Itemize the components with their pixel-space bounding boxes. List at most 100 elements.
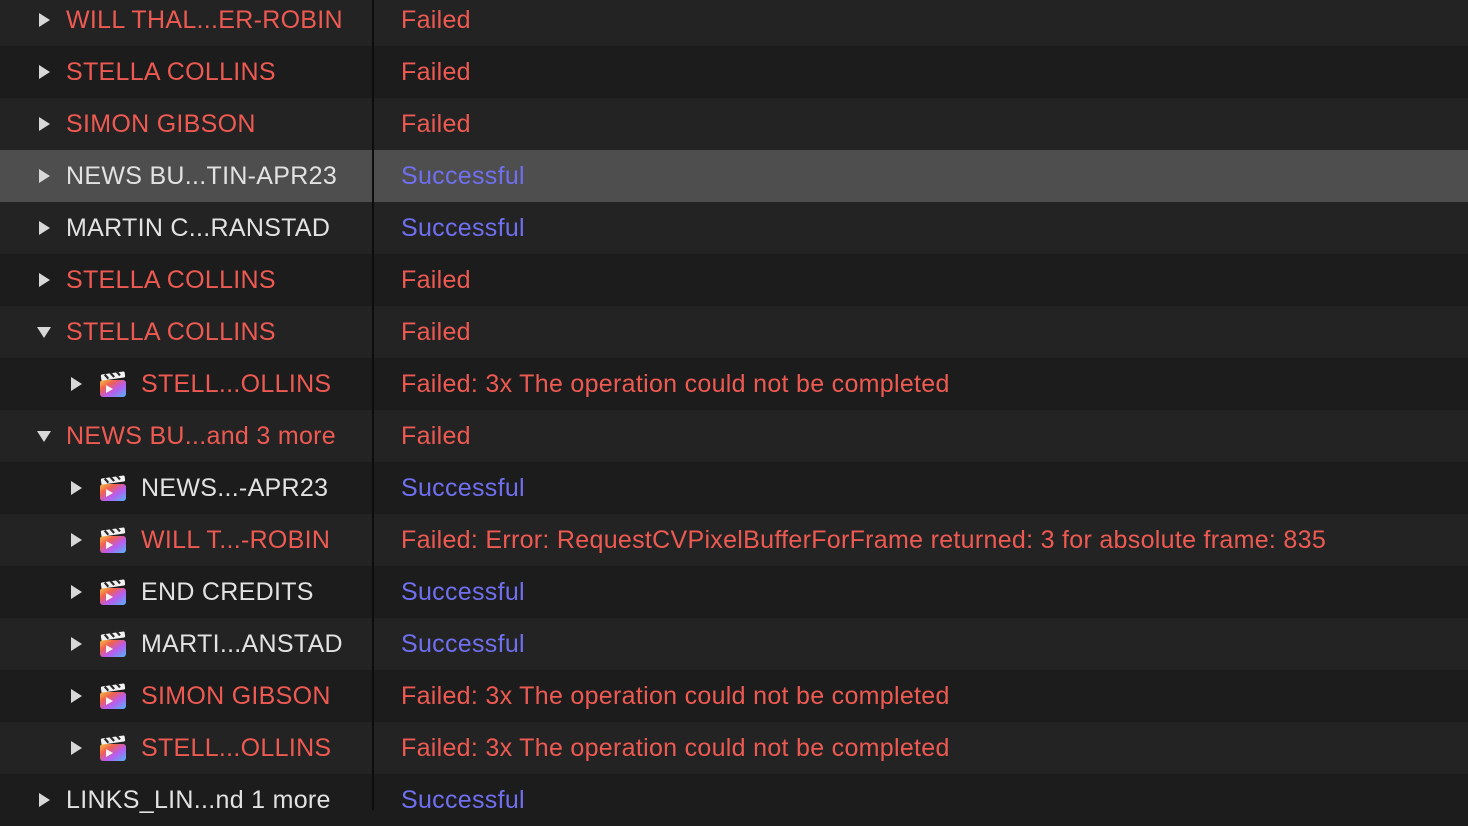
batch-row[interactable]: SIMON GIBSON Failed: 3x The operation co… (0, 670, 1468, 722)
column-divider[interactable] (372, 0, 374, 810)
disclosure-triangle-right-icon[interactable] (66, 634, 86, 654)
name-cell: STELLA COLLINS (0, 254, 372, 306)
disclosure-triangle-down-icon[interactable] (34, 426, 54, 446)
batch-row[interactable]: STELLA COLLINS Failed (0, 46, 1468, 98)
disclosure-triangle-right-icon[interactable] (66, 582, 86, 602)
item-name: STELL...OLLINS (141, 733, 332, 762)
disclosure-triangle-right-icon[interactable] (34, 114, 54, 134)
status-text: Failed (401, 317, 471, 346)
final-cut-clip-icon (100, 526, 126, 553)
batch-row[interactable]: NEWS BU...TIN-APR23 Successful (0, 150, 1468, 202)
status-text: Successful (401, 473, 525, 502)
batch-row[interactable]: END CREDITS Successful (0, 566, 1468, 618)
batch-row[interactable]: MARTI...ANSTAD Successful (0, 618, 1468, 670)
name-cell: SIMON GIBSON (0, 98, 372, 150)
name-cell: END CREDITS (0, 566, 372, 618)
disclosure-triangle-right-icon[interactable] (34, 270, 54, 290)
name-cell: WILL T...-ROBIN (0, 514, 372, 566)
final-cut-clip-icon (100, 630, 126, 657)
status-cell: Successful (401, 150, 1468, 202)
status-cell: Failed (401, 306, 1468, 358)
final-cut-clip-icon (100, 734, 126, 761)
batch-row[interactable]: NEWS BU...and 3 more Failed (0, 410, 1468, 462)
status-text: Successful (401, 161, 525, 190)
batch-row[interactable]: LINKS_LIN...nd 1 more Successful (0, 774, 1468, 826)
status-cell: Failed (401, 410, 1468, 462)
status-text: Failed (401, 421, 471, 450)
item-name: MARTI...ANSTAD (141, 629, 343, 658)
disclosure-triangle-down-icon[interactable] (34, 322, 54, 342)
status-text: Failed: 3x The operation could not be co… (401, 733, 950, 762)
status-cell: Failed: 3x The operation could not be co… (401, 358, 1468, 410)
status-cell: Successful (401, 566, 1468, 618)
item-name: STELLA COLLINS (66, 265, 276, 294)
status-text: Failed: 3x The operation could not be co… (401, 681, 950, 710)
status-cell: Failed (401, 0, 1468, 46)
item-name: END CREDITS (141, 577, 314, 606)
name-cell: SIMON GIBSON (0, 670, 372, 722)
status-text: Successful (401, 629, 525, 658)
batch-row[interactable]: STELLA COLLINS Failed (0, 254, 1468, 306)
status-text: Successful (401, 577, 525, 606)
batch-row[interactable]: WILL THAL...ER-ROBIN Failed (0, 0, 1468, 46)
item-name: WILL T...-ROBIN (141, 525, 331, 554)
item-name: STELL...OLLINS (141, 369, 332, 398)
share-batch-table: WILL THAL...ER-ROBIN Failed STELLA COLLI… (0, 0, 1468, 826)
name-cell: NEWS BU...TIN-APR23 (0, 150, 372, 202)
disclosure-triangle-right-icon[interactable] (66, 738, 86, 758)
item-name: SIMON GIBSON (66, 109, 256, 138)
disclosure-triangle-right-icon[interactable] (66, 530, 86, 550)
final-cut-clip-icon (100, 370, 126, 397)
final-cut-clip-icon (100, 474, 126, 501)
disclosure-triangle-right-icon[interactable] (34, 790, 54, 810)
item-name: SIMON GIBSON (141, 681, 331, 710)
disclosure-triangle-right-icon[interactable] (34, 166, 54, 186)
item-name: NEWS...-APR23 (141, 473, 329, 502)
final-cut-clip-icon (100, 578, 126, 605)
status-text: Failed (401, 109, 471, 138)
status-cell: Failed (401, 98, 1468, 150)
item-name: NEWS BU...TIN-APR23 (66, 161, 338, 190)
status-cell: Failed (401, 46, 1468, 98)
status-cell: Successful (401, 618, 1468, 670)
batch-row[interactable]: STELL...OLLINS Failed: 3x The operation … (0, 722, 1468, 774)
item-name: NEWS BU...and 3 more (66, 421, 336, 450)
name-cell: NEWS BU...and 3 more (0, 410, 372, 462)
name-cell: STELLA COLLINS (0, 306, 372, 358)
disclosure-triangle-right-icon[interactable] (66, 374, 86, 394)
status-text: Failed: Error: RequestCVPixelBufferForFr… (401, 525, 1327, 554)
name-cell: MARTIN C...RANSTAD (0, 202, 372, 254)
status-cell: Successful (401, 774, 1468, 826)
item-name: STELLA COLLINS (66, 317, 276, 346)
name-cell: MARTI...ANSTAD (0, 618, 372, 670)
name-cell: NEWS...-APR23 (0, 462, 372, 514)
status-text: Successful (401, 213, 525, 242)
status-text: Failed (401, 57, 471, 86)
batch-row[interactable]: WILL T...-ROBIN Failed: Error: RequestCV… (0, 514, 1468, 566)
final-cut-clip-icon (100, 682, 126, 709)
status-cell: Failed: Error: RequestCVPixelBufferForFr… (401, 514, 1468, 566)
name-cell: WILL THAL...ER-ROBIN (0, 0, 372, 46)
disclosure-triangle-right-icon[interactable] (34, 218, 54, 238)
status-cell: Failed: 3x The operation could not be co… (401, 722, 1468, 774)
disclosure-triangle-right-icon[interactable] (66, 478, 86, 498)
status-cell: Failed: 3x The operation could not be co… (401, 670, 1468, 722)
item-name: MARTIN C...RANSTAD (66, 213, 331, 242)
disclosure-triangle-right-icon[interactable] (34, 10, 54, 30)
status-cell: Successful (401, 462, 1468, 514)
disclosure-triangle-right-icon[interactable] (66, 686, 86, 706)
batch-row[interactable]: NEWS...-APR23 Successful (0, 462, 1468, 514)
status-cell: Failed (401, 254, 1468, 306)
name-cell: STELL...OLLINS (0, 722, 372, 774)
batch-row[interactable]: MARTIN C...RANSTAD Successful (0, 202, 1468, 254)
batch-row[interactable]: SIMON GIBSON Failed (0, 98, 1468, 150)
disclosure-triangle-right-icon[interactable] (34, 62, 54, 82)
status-text: Successful (401, 785, 525, 814)
batch-row[interactable]: STELL...OLLINS Failed: 3x The operation … (0, 358, 1468, 410)
status-text: Failed (401, 265, 471, 294)
batch-row[interactable]: STELLA COLLINS Failed (0, 306, 1468, 358)
name-cell: LINKS_LIN...nd 1 more (0, 774, 372, 826)
name-cell: STELLA COLLINS (0, 46, 372, 98)
item-name: STELLA COLLINS (66, 57, 276, 86)
status-text: Failed (401, 5, 471, 34)
